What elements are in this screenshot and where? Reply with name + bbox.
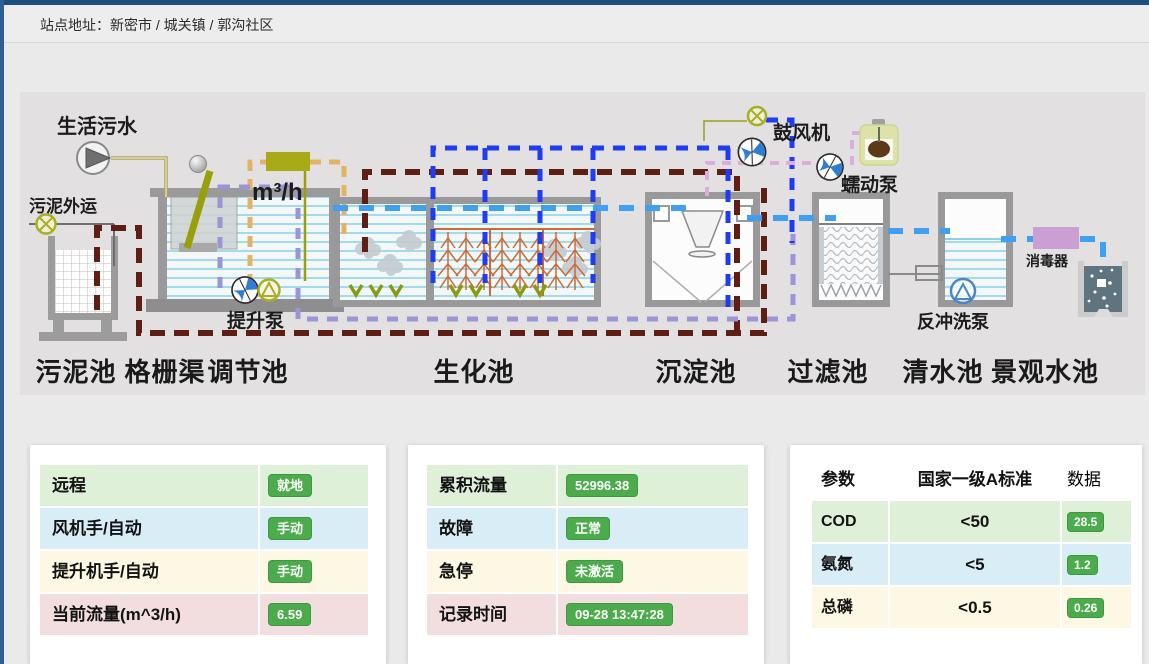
param-standard: <5 (890, 544, 1060, 585)
table-row: 故障 正常 (427, 508, 748, 549)
col-header-data: 数据 (1062, 463, 1131, 497)
row-label-current-flow: 当前流量(m^3/h) (40, 594, 258, 635)
row-value-cell: 09-28 13:47:28 (558, 594, 748, 635)
col-header-standard: 国家一级A标准 (890, 463, 1060, 497)
row-value-cell: 52996.38 (558, 465, 748, 506)
pool-label-landscape: 景观水池 (991, 352, 1099, 389)
row-label-estop: 急停 (427, 551, 556, 592)
table-row: 急停 未激活 (427, 551, 748, 592)
table-row: 远程 就地 (40, 465, 368, 506)
param-name: 氨氮 (812, 544, 888, 585)
badge-lift-mode[interactable]: 手动 (268, 560, 312, 583)
table-row: 记录时间 09-28 13:47:28 (427, 594, 748, 635)
row-value-cell: 未激活 (558, 551, 748, 592)
row-value-cell: 手动 (260, 551, 368, 592)
label-flow-unit: m³/h (252, 179, 303, 207)
water-quality-panel: 参数 国家一级A标准 数据 COD <50 28.5 氨氮 <5 1.2 总磷 … (790, 445, 1142, 664)
sludge-valve-icon (37, 215, 56, 234)
blower-valve-icon (748, 107, 766, 125)
pool-label-sludge: 污泥池 (35, 352, 116, 389)
label-disinfector: 消毒器 (1026, 251, 1068, 271)
row-value-cell: 就地 (260, 465, 368, 506)
table-row: 风机手/自动 手动 (40, 508, 368, 549)
filter-tank (812, 192, 890, 307)
row-label-total-flow: 累积流量 (427, 465, 556, 506)
disinfector-box (1033, 227, 1079, 249)
lift-pump-valve-icon (259, 280, 280, 301)
row-label-lift-mode: 提升机手/自动 (40, 551, 258, 592)
param-value-cell: 28.5 (1062, 501, 1131, 542)
row-label-remote: 远程 (40, 465, 258, 506)
label-sludge-outbound: 污泥外运 (29, 192, 97, 217)
badge-record-time: 09-28 13:47:28 (566, 603, 673, 626)
badge-cod: 28.5 (1067, 512, 1104, 532)
control-status-panel: 远程 就地 风机手/自动 手动 提升机手/自动 手动 当前流量(m^3/h) 6… (30, 445, 386, 664)
pool-label-sedimentation: 沉淀池 (655, 352, 736, 389)
backwash-pump-icon (951, 279, 975, 303)
pool-label-biochemical: 生化池 (433, 352, 514, 389)
pool-label-filter: 过滤池 (787, 352, 868, 389)
ball-float-icon (190, 156, 207, 173)
param-standard: <0.5 (890, 587, 1060, 628)
row-label-fault: 故障 (427, 508, 556, 549)
badge-estop-status: 未激活 (566, 560, 623, 583)
label-sewage-inlet: 生活污水 (57, 110, 137, 139)
row-value-cell: 手动 (260, 508, 368, 549)
table-row: 提升机手/自动 手动 (40, 551, 368, 592)
app-root: 站点地址：新密市 / 城关镇 / 郭沟社区 (0, 0, 1149, 664)
param-name: 总磷 (812, 587, 888, 628)
badge-tp: 0.26 (1067, 598, 1104, 618)
badge-total-flow: 52996.38 (566, 474, 638, 497)
row-label-fan-mode: 风机手/自动 (40, 508, 258, 549)
badge-current-flow: 6.59 (268, 603, 311, 626)
row-value-cell: 6.59 (260, 594, 368, 635)
badge-remote-mode[interactable]: 就地 (268, 474, 312, 497)
label-blower: 鼓风机 (773, 118, 830, 145)
flow-status-panel: 累积流量 52996.38 故障 正常 急停 未激活 记录时间 09-28 13… (408, 445, 764, 664)
row-value-cell: 正常 (558, 508, 748, 549)
dosing-container-icon (860, 119, 898, 165)
label-peristaltic-pump: 蠕动泵 (841, 170, 898, 197)
row-label-record-time: 记录时间 (427, 594, 556, 635)
table-row: 累积流量 52996.38 (427, 465, 748, 506)
biochemical-tank (333, 197, 601, 307)
badge-fan-mode[interactable]: 手动 (268, 517, 312, 540)
col-header-param: 参数 (812, 463, 888, 497)
param-name: COD (812, 501, 888, 542)
label-lift-pump: 提升泵 (227, 306, 284, 333)
param-value-cell: 1.2 (1062, 544, 1131, 585)
table-row: 氨氮 <5 1.2 (812, 544, 1131, 585)
badge-nh3: 1.2 (1067, 555, 1098, 575)
pool-label-grating: 格栅渠 (124, 352, 205, 389)
label-backwash-pump: 反冲洗泵 (917, 308, 989, 334)
sewage-pump-icon (77, 142, 110, 174)
sedimentation-tank (645, 192, 760, 307)
landscape-tank (1078, 261, 1128, 317)
param-standard: <50 (890, 501, 1060, 542)
table-row: COD <50 28.5 (812, 501, 1131, 542)
table-row: 总磷 <0.5 0.26 (812, 587, 1131, 628)
badge-fault-status: 正常 (566, 517, 610, 540)
quality-table-header: 参数 国家一级A标准 数据 (812, 463, 1131, 497)
pool-label-clearwater: 清水池 (902, 352, 983, 389)
table-row: 当前流量(m^3/h) 6.59 (40, 594, 368, 635)
flowmeter-icon (266, 152, 310, 171)
param-value-cell: 0.26 (1062, 587, 1131, 628)
pool-label-regulation: 调节池 (207, 352, 288, 389)
